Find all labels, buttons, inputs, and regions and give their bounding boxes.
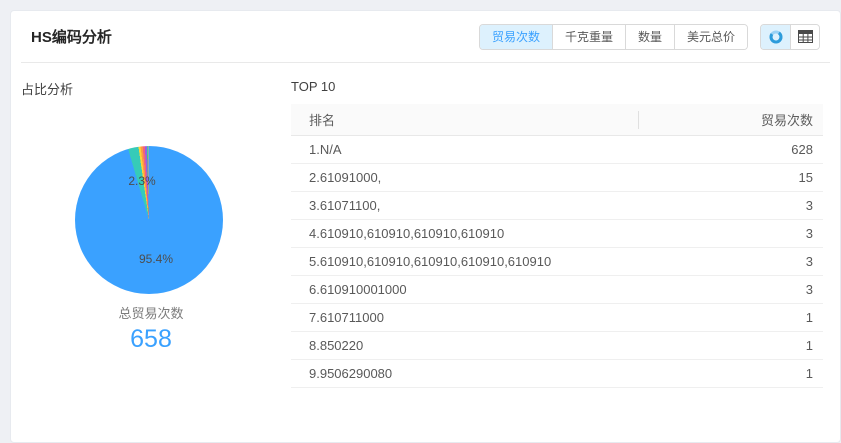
metric-tab-1[interactable]: 贸易次数 <box>480 25 552 49</box>
hs-code-analysis-card: HS编码分析 贸易次数千克重量数量美元总价 <box>10 10 841 443</box>
value-cell: 1 <box>806 338 823 353</box>
metric-tab-2[interactable]: 千克重量 <box>552 25 625 49</box>
rank-cell: 7.610711000 <box>291 310 384 325</box>
table-view-button[interactable] <box>790 25 819 49</box>
metric-button-group: 贸易次数千克重量数量美元总价 <box>479 24 748 50</box>
page-title: HS编码分析 <box>31 26 112 47</box>
rank-cell: 8.850220 <box>291 338 363 353</box>
chart-view-button[interactable] <box>761 25 790 49</box>
table-row[interactable]: 5.610910,610910,610910,610910,610910 3 <box>291 248 823 276</box>
value-column-header: 贸易次数 <box>761 110 823 129</box>
value-cell: 3 <box>806 282 823 297</box>
metric-tab-3[interactable]: 数量 <box>625 25 674 49</box>
table-row[interactable]: 6.610910001000 3 <box>291 276 823 304</box>
rank-column-header: 排名 <box>291 110 335 129</box>
pie-percent-label-minor: 2.3% <box>128 174 155 188</box>
rank-cell: 5.610910,610910,610910,610910,610910 <box>291 254 551 269</box>
metric-tab-4[interactable]: 美元总价 <box>674 25 747 49</box>
proportion-section-title: 占比分析 <box>21 79 73 98</box>
rank-cell: 6.610910001000 <box>291 282 407 297</box>
pie-graphic[interactable] <box>75 146 223 294</box>
table-row[interactable]: 9.9506290080 1 <box>291 360 823 388</box>
table-row[interactable]: 8.850220 1 <box>291 332 823 360</box>
table-row[interactable]: 7.610711000 1 <box>291 304 823 332</box>
pie-percent-label-major: 95.4% <box>139 252 173 266</box>
pie-chart-icon <box>768 29 784 45</box>
table-row[interactable]: 2.61091000, 15 <box>291 164 823 192</box>
table-row[interactable]: 3.61071100, 3 <box>291 192 823 220</box>
card-header: HS编码分析 贸易次数千克重量数量美元总价 <box>21 11 830 63</box>
total-value: 658 <box>71 325 231 354</box>
value-cell: 628 <box>791 142 823 157</box>
toolbar: 贸易次数千克重量数量美元总价 <box>479 24 820 50</box>
table-icon <box>798 30 813 43</box>
top10-table: 排名 贸易次数 1.N/A 628 2.61091000, 15 3.61071100,… <box>291 104 823 388</box>
view-toggle-group <box>760 24 820 50</box>
rank-cell: 9.9506290080 <box>291 366 392 381</box>
value-cell: 3 <box>806 226 823 241</box>
value-cell: 1 <box>806 366 823 381</box>
column-divider <box>638 111 639 129</box>
pie-chart: 2.3% 95.4% <box>75 146 223 294</box>
table-header: 排名 贸易次数 <box>291 104 823 136</box>
table-body: 1.N/A6282.61091000,153.61071100,34.61091… <box>291 136 823 388</box>
table-row[interactable]: 4.610910,610910,610910,610910 3 <box>291 220 823 248</box>
table-row[interactable]: 1.N/A 628 <box>291 136 823 164</box>
total-summary: 总贸易次数 658 <box>71 303 231 354</box>
value-cell: 1 <box>806 310 823 325</box>
rank-cell: 1.N/A <box>291 142 342 157</box>
top10-section-title: TOP 10 <box>291 79 335 94</box>
total-label: 总贸易次数 <box>71 303 231 322</box>
value-cell: 3 <box>806 254 823 269</box>
value-cell: 3 <box>806 198 823 213</box>
rank-cell: 2.61091000, <box>291 170 381 185</box>
rank-cell: 3.61071100, <box>291 198 380 213</box>
rank-cell: 4.610910,610910,610910,610910 <box>291 226 504 241</box>
value-cell: 15 <box>799 170 823 185</box>
